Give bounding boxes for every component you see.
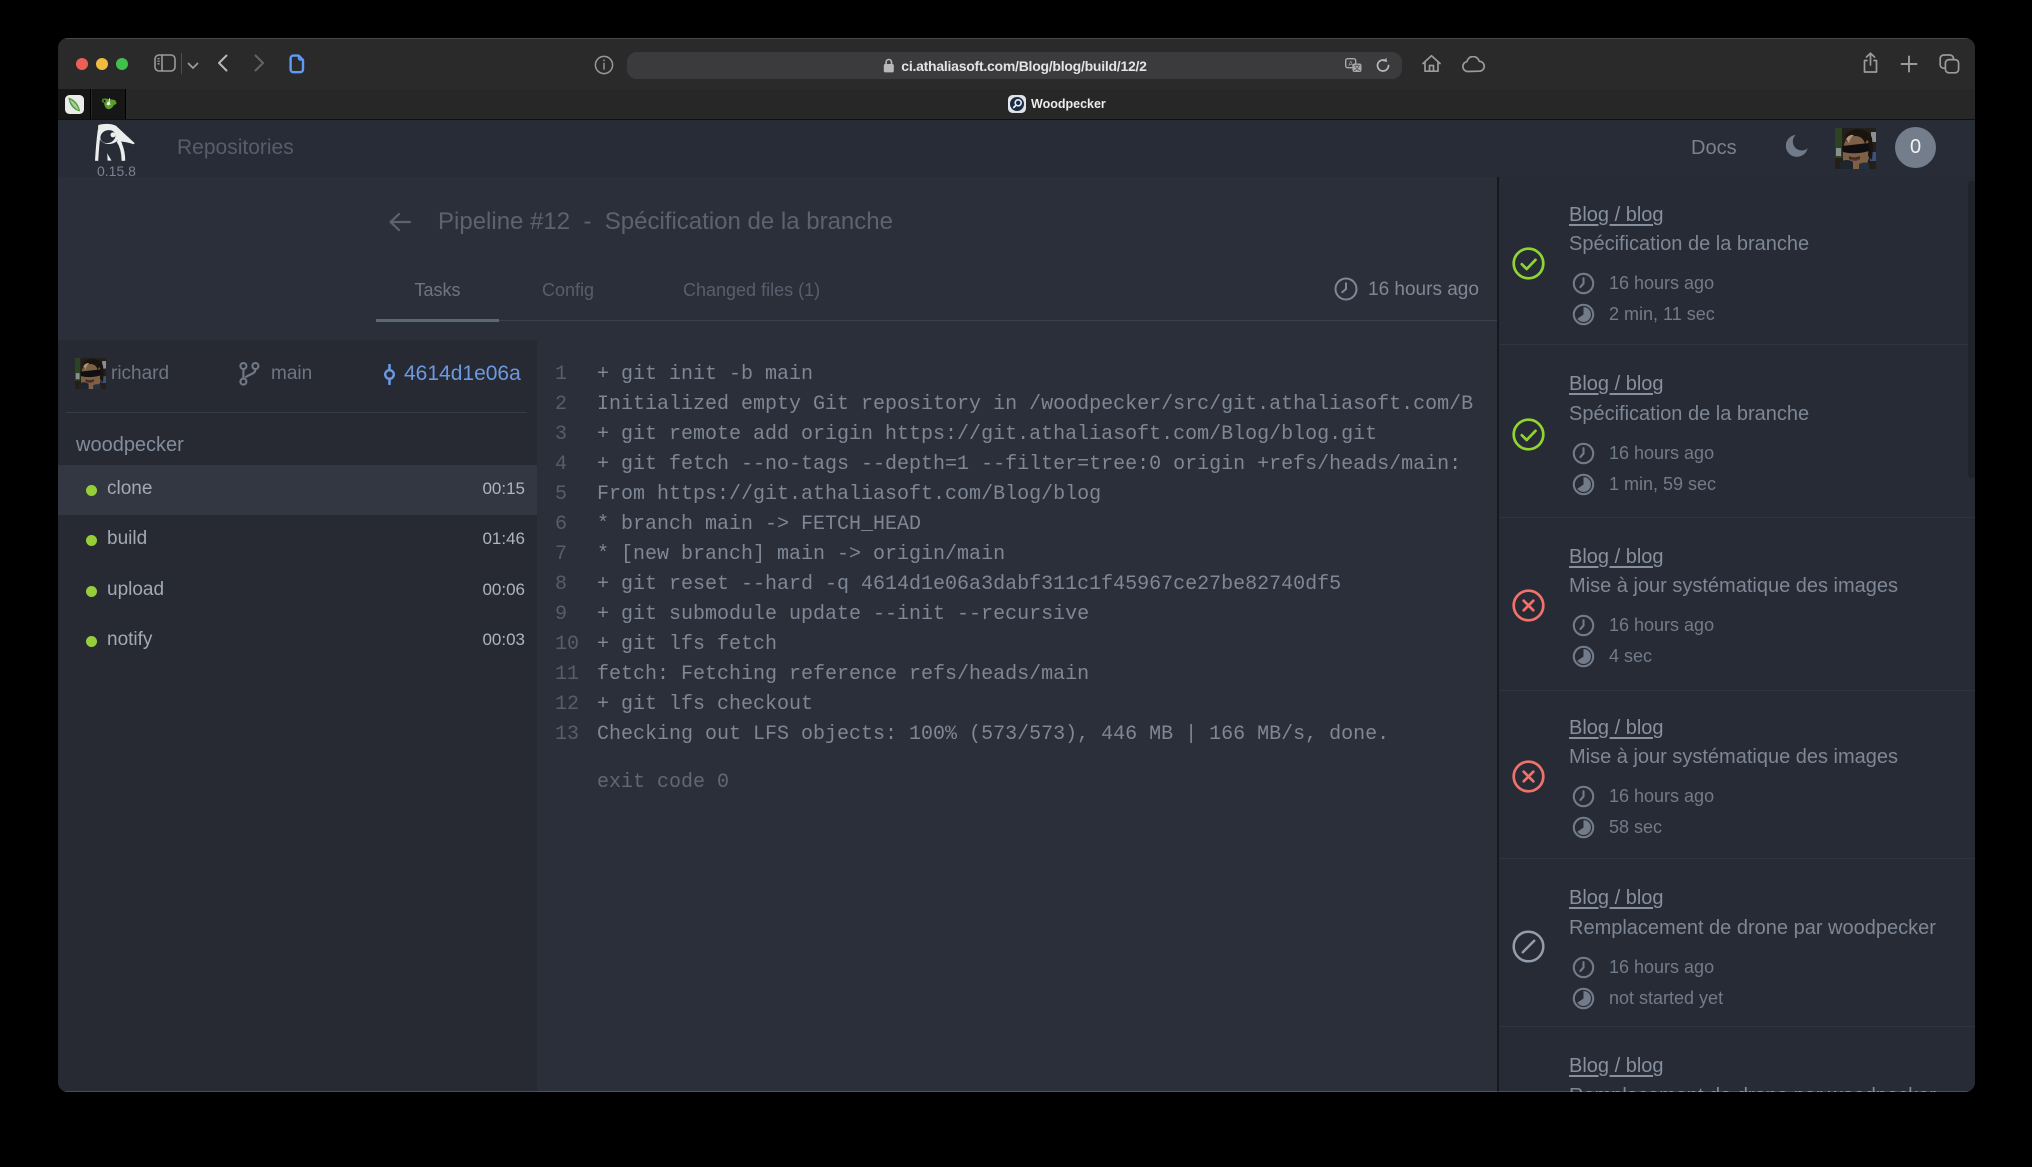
svg-text:文: 文 (1354, 63, 1361, 72)
